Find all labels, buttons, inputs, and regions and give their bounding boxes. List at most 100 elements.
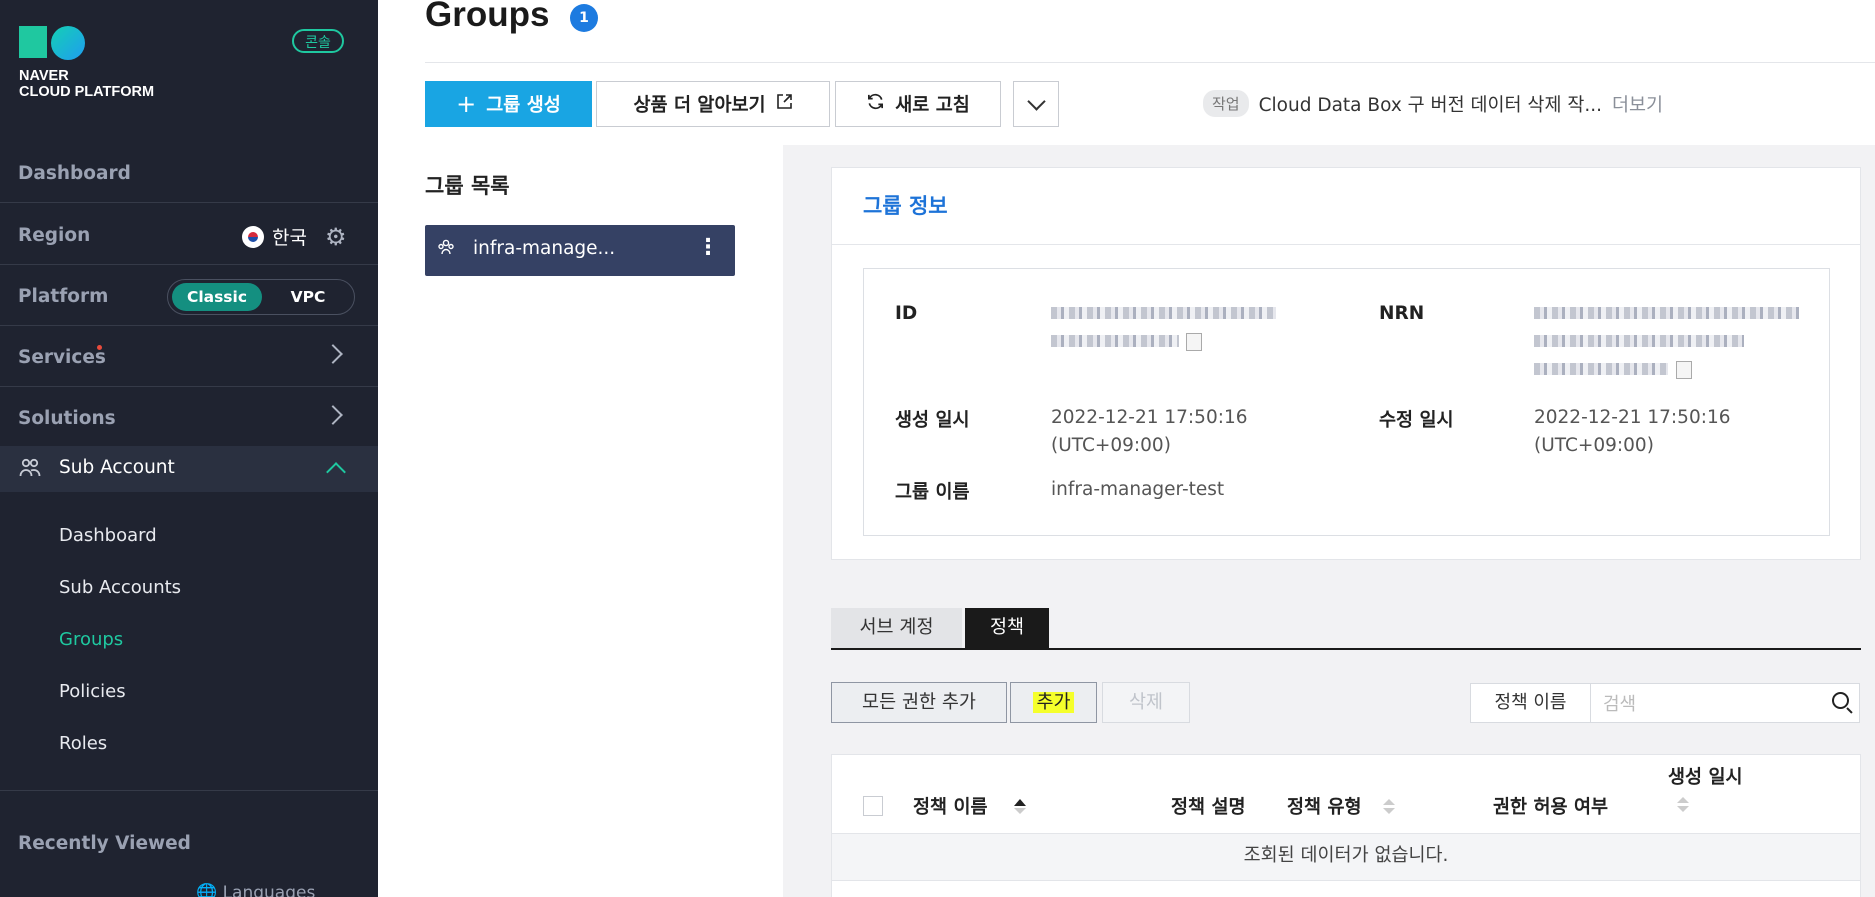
delete-policy-button[interactable]: 삭제 bbox=[1102, 682, 1190, 723]
logo-circle-icon bbox=[51, 26, 85, 60]
sub-nav-roles[interactable]: Roles bbox=[59, 733, 107, 754]
sidebar-item-sub-account[interactable]: Sub Account bbox=[0, 446, 378, 492]
created-label: 생성 일시 bbox=[895, 410, 970, 431]
modified-label: 수정 일시 bbox=[1379, 410, 1454, 431]
group-list-item[interactable]: infra-manage... ⋮ bbox=[425, 225, 735, 276]
platform-toggle: Classic VPC bbox=[167, 279, 355, 315]
sidebar-item-solutions[interactable]: Solutions bbox=[0, 388, 378, 448]
notice-tag: 작업 bbox=[1203, 90, 1249, 117]
sort-descending-icon[interactable] bbox=[1677, 806, 1689, 812]
id-label: ID bbox=[895, 303, 918, 324]
brand-line-1: NAVER bbox=[19, 68, 69, 84]
sidebar-platform: Platform Classic VPC bbox=[0, 266, 378, 326]
notice-text[interactable]: Cloud Data Box 구 버전 데이터 삭제 작... bbox=[1259, 91, 1602, 117]
group-info-details: ID NRN 생성 일시 2022-12-21 17:50:16 (UTC+09… bbox=[863, 268, 1830, 536]
column-header-policy-type[interactable]: 정책 유형 bbox=[1287, 793, 1362, 819]
gear-icon[interactable]: ⚙ bbox=[325, 223, 347, 251]
page-header: Groups 1 + 그룹 생성 상품 더 알아보기 새로 고침 작업 Clou… bbox=[378, 0, 1875, 145]
sub-nav-sub-accounts[interactable]: Sub Accounts bbox=[59, 577, 181, 598]
more-actions-button[interactable] bbox=[1013, 81, 1059, 127]
add-all-permissions-button[interactable]: 모든 권한 추가 bbox=[831, 682, 1007, 723]
learn-more-label: 상품 더 알아보기 bbox=[633, 95, 766, 116]
sort-ascending-icon[interactable] bbox=[1677, 797, 1689, 803]
tab-policies[interactable]: 정책 bbox=[965, 608, 1049, 648]
create-group-label: 그룹 생성 bbox=[486, 95, 561, 116]
modified-timezone: (UTC+09:00) bbox=[1534, 435, 1654, 456]
sub-nav-dashboard[interactable]: Dashboard bbox=[59, 525, 157, 546]
sidebar: NAVER CLOUD PLATFORM 콘솔 Dashboard Region… bbox=[0, 0, 378, 897]
chevron-right-icon bbox=[323, 405, 343, 425]
region-value: 한국 bbox=[272, 227, 307, 249]
sidebar-item-label: Dashboard bbox=[18, 163, 131, 184]
learn-more-button[interactable]: 상품 더 알아보기 bbox=[596, 81, 830, 127]
nrn-label: NRN bbox=[1379, 303, 1425, 324]
page-title: Groups bbox=[425, 0, 550, 34]
external-link-icon bbox=[776, 93, 793, 115]
group-icon bbox=[437, 238, 455, 261]
id-value-redacted bbox=[1051, 335, 1179, 347]
sidebar-item-label: Sub Account bbox=[59, 457, 175, 478]
policy-table: 정책 이름 정책 설명 정책 유형 권한 허용 여부 생성 일시 조회된 데이터… bbox=[831, 754, 1861, 897]
chevron-up-icon bbox=[326, 462, 346, 482]
logo-square-icon bbox=[19, 26, 47, 58]
column-header-created[interactable]: 생성 일시 bbox=[1668, 763, 1743, 789]
sort-ascending-icon[interactable] bbox=[1014, 799, 1026, 806]
sidebar-item-services[interactable]: Services bbox=[0, 327, 378, 387]
search-input[interactable] bbox=[1601, 688, 1805, 720]
globe-icon: 🌐 bbox=[196, 883, 218, 897]
search-field-selector[interactable]: 정책 이름 bbox=[1471, 684, 1591, 722]
group-name-value: infra-manager-test bbox=[1051, 479, 1225, 500]
chevron-right-icon bbox=[323, 344, 343, 364]
copy-icon[interactable] bbox=[1676, 361, 1692, 379]
tab-sub-accounts[interactable]: 서브 계정 bbox=[831, 608, 962, 648]
group-name-label: 그룹 이름 bbox=[895, 482, 970, 503]
platform-classic-option[interactable]: Classic bbox=[172, 283, 262, 311]
column-header-permission: 권한 허용 여부 bbox=[1493, 797, 1609, 818]
column-header-policy-description: 정책 설명 bbox=[1171, 797, 1246, 818]
sidebar-item-label: Services bbox=[18, 347, 106, 368]
modified-value: 2022-12-21 17:50:16 (UTC+09:00) bbox=[1534, 404, 1730, 460]
platform-vpc-option[interactable]: VPC bbox=[268, 283, 348, 311]
console-badge[interactable]: 콘솔 bbox=[292, 29, 344, 53]
sort-descending-icon[interactable] bbox=[1014, 808, 1026, 814]
column-header-policy-name[interactable]: 정책 이름 bbox=[913, 793, 988, 819]
select-all-checkbox[interactable] bbox=[863, 796, 883, 816]
created-timezone: (UTC+09:00) bbox=[1051, 435, 1171, 456]
region-selector[interactable]: 한국 bbox=[242, 223, 307, 250]
chevron-down-icon bbox=[1026, 91, 1046, 111]
sidebar-item-label: Solutions bbox=[18, 408, 116, 429]
copy-icon[interactable] bbox=[1186, 333, 1202, 351]
group-list-panel: 그룹 목록 infra-manage... ⋮ bbox=[378, 145, 783, 897]
sub-nav-policies[interactable]: Policies bbox=[59, 681, 126, 702]
create-group-button[interactable]: + 그룹 생성 bbox=[425, 81, 592, 127]
new-indicator-icon bbox=[97, 345, 102, 350]
notice-banner: 작업 Cloud Data Box 구 버전 데이터 삭제 작... 더보기 bbox=[1203, 90, 1663, 117]
platform-label: Platform bbox=[18, 286, 109, 307]
sidebar-item-dashboard[interactable]: Dashboard bbox=[0, 143, 378, 203]
search-icon[interactable] bbox=[1832, 692, 1849, 709]
group-count-badge: 1 bbox=[570, 4, 598, 32]
header-divider bbox=[425, 62, 1875, 63]
kebab-menu-icon[interactable]: ⋮ bbox=[697, 237, 719, 259]
sub-nav-groups[interactable]: Groups bbox=[59, 629, 123, 650]
group-info-title: 그룹 정보 bbox=[863, 194, 948, 218]
refresh-button[interactable]: 새로 고침 bbox=[835, 81, 1001, 127]
group-name: infra-manage... bbox=[473, 238, 616, 259]
notice-more-link[interactable]: 더보기 bbox=[1612, 91, 1663, 117]
add-policy-label: 추가 bbox=[1033, 692, 1074, 713]
group-list-title: 그룹 목록 bbox=[425, 174, 510, 198]
add-policy-button[interactable]: 추가 bbox=[1010, 682, 1097, 723]
nrn-value-redacted bbox=[1534, 335, 1744, 347]
languages-label: Languages bbox=[222, 883, 316, 897]
group-info-card: 그룹 정보 ID NRN 생성 일시 2022-12-21 17:50:16 (… bbox=[831, 167, 1861, 560]
sort-descending-icon[interactable] bbox=[1383, 808, 1395, 814]
recently-viewed-heading[interactable]: Recently Viewed bbox=[18, 833, 191, 854]
card-divider bbox=[832, 244, 1860, 245]
sidebar-region: Region 한국 ⚙ bbox=[0, 205, 378, 265]
languages-selector[interactable]: 🌐 Languages bbox=[196, 883, 315, 897]
nrn-value-redacted bbox=[1534, 307, 1799, 319]
sort-ascending-icon[interactable] bbox=[1383, 799, 1395, 805]
tab-underline bbox=[831, 648, 1861, 650]
refresh-label: 새로 고침 bbox=[895, 95, 970, 116]
brand-line-2: CLOUD PLATFORM bbox=[19, 84, 155, 100]
